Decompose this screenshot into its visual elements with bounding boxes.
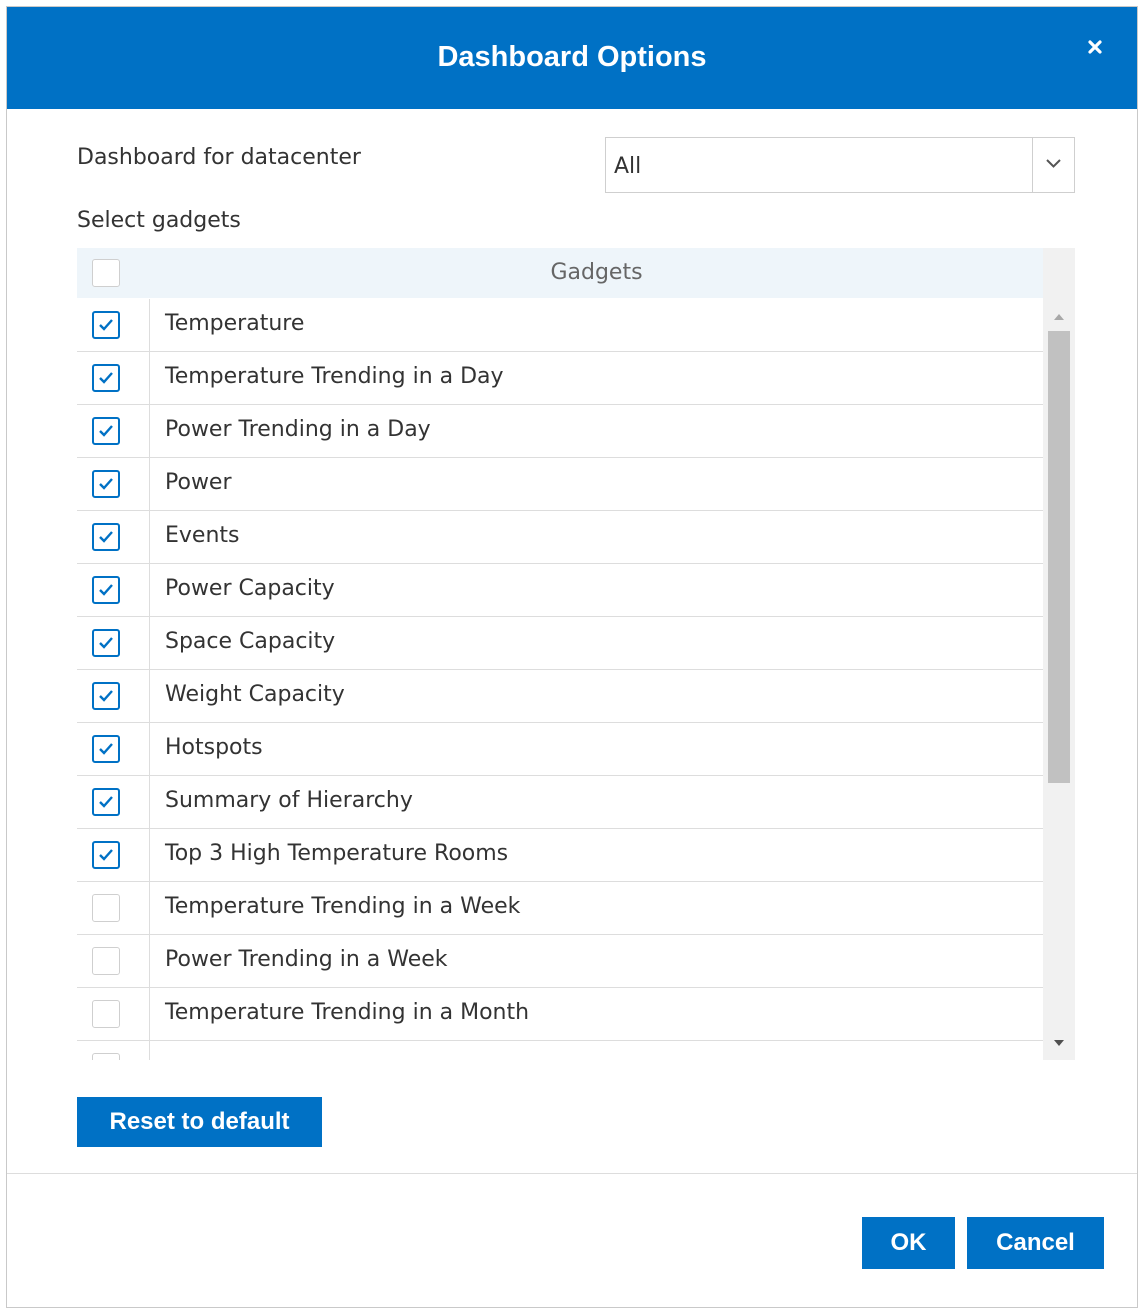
gadget-row[interactable]: Power Capacity (77, 564, 1043, 617)
gadget-name: Temperature Trending in a Day (165, 364, 504, 389)
gadget-checkbox[interactable] (92, 788, 120, 816)
checkmark-icon (99, 319, 113, 331)
gadget-checkbox-cell (77, 564, 150, 616)
reset-to-default-button[interactable]: Reset to default (77, 1097, 322, 1147)
gadget-checkbox-cell (77, 776, 150, 828)
dialog-header: Dashboard Options (7, 7, 1137, 109)
gadget-row[interactable] (77, 1041, 1043, 1060)
gadget-checkbox[interactable] (92, 841, 120, 869)
scroll-up-icon[interactable] (1053, 312, 1065, 322)
gadget-checkbox-cell (77, 1041, 150, 1060)
gadget-checkbox[interactable] (92, 682, 120, 710)
gadget-row[interactable]: Summary of Hierarchy (77, 776, 1043, 829)
ok-button[interactable]: OK (862, 1217, 955, 1269)
gadget-row[interactable]: Space Capacity (77, 617, 1043, 670)
gadget-checkbox[interactable] (92, 947, 120, 975)
dialog-footer: OK Cancel (7, 1173, 1137, 1309)
gadget-checkbox[interactable] (92, 364, 120, 392)
close-icon-glyph (1088, 40, 1102, 54)
gadget-checkbox[interactable] (92, 311, 120, 339)
gadgets-column-header: Gadgets (550, 260, 643, 285)
dashboard-options-dialog: Dashboard Options Dashboard for datacent… (6, 6, 1138, 1308)
gadget-checkbox-cell (77, 935, 150, 987)
gadget-row[interactable]: Events (77, 511, 1043, 564)
gadget-checkbox-cell (77, 670, 150, 722)
gadget-checkbox-cell (77, 405, 150, 457)
checkmark-icon (99, 637, 113, 649)
gadget-name: Temperature (165, 311, 305, 336)
gadget-checkbox[interactable] (92, 735, 120, 763)
gadget-checkbox-cell (77, 617, 150, 669)
gadget-row[interactable]: Temperature Trending in a Day (77, 352, 1043, 405)
gadget-checkbox[interactable] (92, 1053, 120, 1060)
checkmark-icon (99, 478, 113, 490)
gadget-checkbox-cell (77, 882, 150, 934)
gadget-checkbox-cell (77, 829, 150, 881)
gadget-name: Summary of Hierarchy (165, 788, 413, 813)
checkmark-icon (99, 849, 113, 861)
gadget-row[interactable]: Weight Capacity (77, 670, 1043, 723)
gadget-row[interactable]: Hotspots (77, 723, 1043, 776)
gadget-name: Power Trending in a Week (165, 947, 448, 972)
gadget-checkbox-cell (77, 988, 150, 1040)
gadget-name: Hotspots (165, 735, 263, 760)
gadget-checkbox-cell (77, 352, 150, 404)
checkmark-icon (99, 743, 113, 755)
datacenter-label: Dashboard for datacenter (77, 145, 361, 170)
gadget-checkbox[interactable] (92, 470, 120, 498)
gadget-row[interactable]: Temperature Trending in a Month (77, 988, 1043, 1041)
gadgets-scrollbar[interactable] (1043, 248, 1075, 1060)
gadget-checkbox-cell (77, 458, 150, 510)
gadget-checkbox[interactable] (92, 417, 120, 445)
gadget-row[interactable]: Power Trending in a Day (77, 405, 1043, 458)
cancel-button[interactable]: Cancel (967, 1217, 1104, 1269)
gadget-row[interactable]: Temperature (77, 299, 1043, 352)
checkmark-icon (99, 584, 113, 596)
gadget-checkbox[interactable] (92, 629, 120, 657)
gadget-name: Events (165, 523, 240, 548)
select-all-checkbox[interactable] (92, 259, 120, 287)
gadget-row[interactable]: Top 3 High Temperature Rooms (77, 829, 1043, 882)
gadget-row[interactable]: Power Trending in a Week (77, 935, 1043, 988)
gadget-checkbox[interactable] (92, 523, 120, 551)
checkmark-icon (99, 690, 113, 702)
scroll-down-icon[interactable] (1053, 1038, 1065, 1048)
gadget-name: Power Capacity (165, 576, 335, 601)
gadget-checkbox[interactable] (92, 576, 120, 604)
datacenter-select[interactable]: All (605, 137, 1075, 193)
gadget-name: Temperature Trending in a Month (165, 1000, 530, 1025)
gadgets-list: Temperature Temperature Trending in a Day… (77, 299, 1043, 1060)
gadget-checkbox-cell (77, 723, 150, 775)
checkmark-icon (99, 796, 113, 808)
gadget-name: Weight Capacity (165, 682, 345, 707)
select-gadgets-label: Select gadgets (77, 208, 241, 233)
gadget-checkbox-cell (77, 299, 150, 351)
datacenter-select-value: All (614, 154, 642, 179)
gadget-row[interactable]: Power (77, 458, 1043, 511)
gadget-name: Space Capacity (165, 629, 336, 654)
gadgets-grid-header: Gadgets (77, 248, 1043, 298)
gadget-checkbox[interactable] (92, 1000, 120, 1028)
gadget-checkbox-cell (77, 511, 150, 563)
close-icon[interactable] (1085, 37, 1105, 57)
scrollbar-thumb[interactable] (1048, 331, 1070, 783)
gadget-name: Power Trending in a Day (165, 417, 431, 442)
dialog-title: Dashboard Options (437, 41, 707, 73)
dropdown-toggle[interactable] (1032, 138, 1074, 192)
checkmark-icon (99, 372, 113, 384)
gadget-name: Temperature Trending in a Week (165, 894, 521, 919)
checkmark-icon (99, 531, 113, 543)
chevron-down-icon (1046, 159, 1061, 168)
checkmark-icon (99, 425, 113, 437)
gadget-name: Top 3 High Temperature Rooms (165, 841, 509, 866)
gadget-row[interactable]: Temperature Trending in a Week (77, 882, 1043, 935)
gadget-name: Power (165, 470, 232, 495)
gadgets-grid: Gadgets Temperature Temperature Trending … (77, 248, 1075, 1060)
gadget-checkbox[interactable] (92, 894, 120, 922)
